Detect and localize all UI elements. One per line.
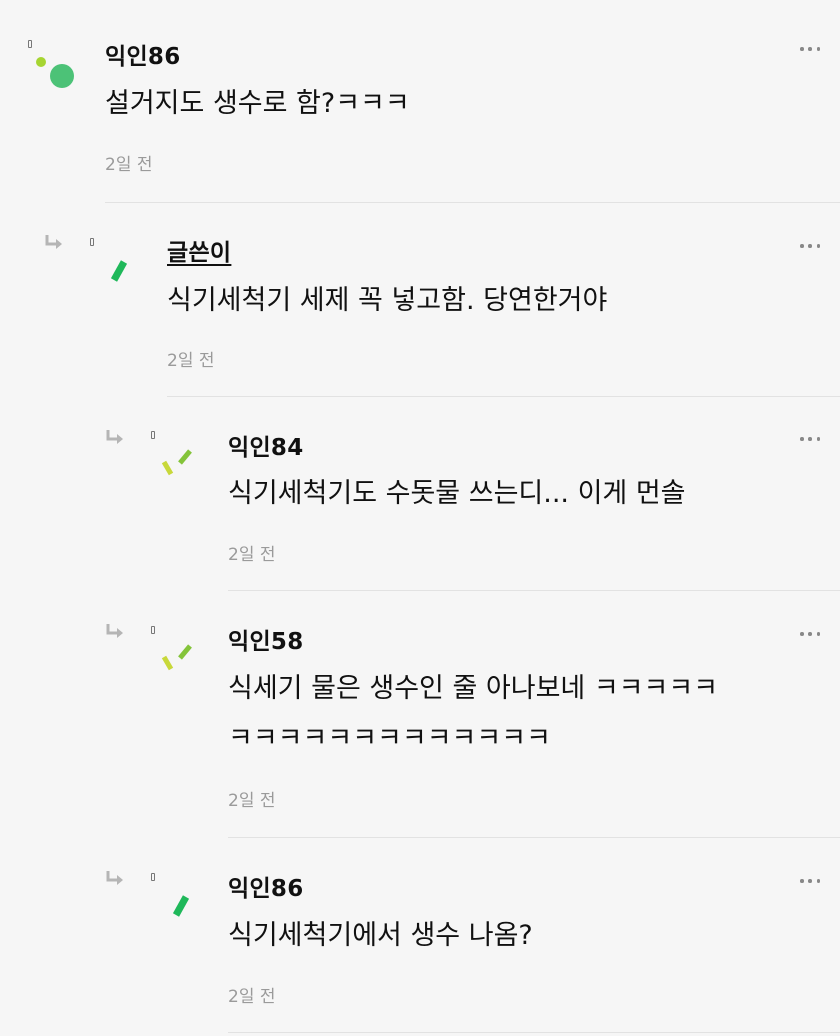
comment-timestamp: 2일 전 — [228, 987, 276, 1007]
reply-arrow-icon — [106, 430, 123, 444]
comment-1: 익인86 설거지도 생수로 함?ㅋㅋㅋ 2일 전 — [0, 0, 840, 205]
comment-5: 익인86 식기세척기에서 생수 나옴? 2일 전 — [0, 840, 840, 1036]
more-options-icon[interactable] — [800, 630, 820, 638]
divider — [228, 1032, 840, 1033]
more-options-icon[interactable] — [800, 877, 820, 885]
comment-3: 익인84 식기세척기도 수돗물 쓰는디... 이게 먼솔 2일 전 — [0, 400, 840, 595]
comment-timestamp: 2일 전 — [228, 545, 276, 565]
comment-text-line-1: 식세기 물은 생수인 줄 아나보네 ㅋㅋㅋㅋㅋ — [228, 673, 719, 704]
comment-author[interactable]: 글쓴이 — [167, 233, 231, 267]
avatar-icon — [110, 260, 128, 282]
badge-icon — [90, 238, 94, 246]
badge-icon — [151, 626, 155, 634]
divider — [167, 396, 840, 397]
comment-timestamp: 2일 전 — [228, 791, 276, 811]
reply-arrow-icon — [106, 871, 123, 885]
more-options-icon[interactable] — [800, 242, 820, 250]
comment-timestamp: 2일 전 — [105, 155, 153, 175]
more-options-icon[interactable] — [800, 435, 820, 443]
badge-icon — [151, 431, 155, 439]
badge-icon — [28, 40, 32, 48]
avatar-icon — [161, 644, 192, 671]
avatar-icon — [172, 895, 190, 917]
divider — [228, 590, 840, 591]
avatar-icon — [36, 57, 74, 88]
reply-arrow-icon — [45, 235, 62, 249]
comment-author[interactable]: 익인86 — [228, 869, 304, 903]
more-options-icon[interactable] — [800, 45, 820, 53]
comment-author[interactable]: 익인84 — [228, 428, 304, 462]
comment-4: 익인58 식세기 물은 생수인 줄 아나보네 ㅋㅋㅋㅋㅋ ㅋㅋㅋㅋㅋㅋㅋㅋㅋㅋㅋ… — [0, 595, 840, 840]
comment-author[interactable]: 익인86 — [105, 37, 181, 71]
reply-arrow-icon — [106, 624, 123, 638]
comment-text: 설거지도 생수로 함?ㅋㅋㅋ — [105, 88, 410, 119]
comment-text: 식기세척기에서 생수 나옴? — [228, 920, 533, 951]
comment-text: 식기세척기도 수돗물 쓰는디... 이게 먼솔 — [228, 478, 686, 509]
comment-2: 글쓴이 식기세척기 세제 꼭 넣고함. 당연한거야 2일 전 — [0, 205, 840, 400]
badge-icon — [151, 873, 155, 881]
divider — [105, 202, 840, 203]
comment-timestamp: 2일 전 — [167, 351, 215, 371]
comment-text-line-2: ㅋㅋㅋㅋㅋㅋㅋㅋㅋㅋㅋㅋㅋ — [228, 723, 551, 754]
comment-text: 식기세척기 세제 꼭 넣고함. 당연한거야 — [167, 285, 608, 316]
comment-author[interactable]: 익인58 — [228, 622, 304, 656]
divider — [228, 837, 840, 838]
avatar-icon — [161, 449, 192, 476]
